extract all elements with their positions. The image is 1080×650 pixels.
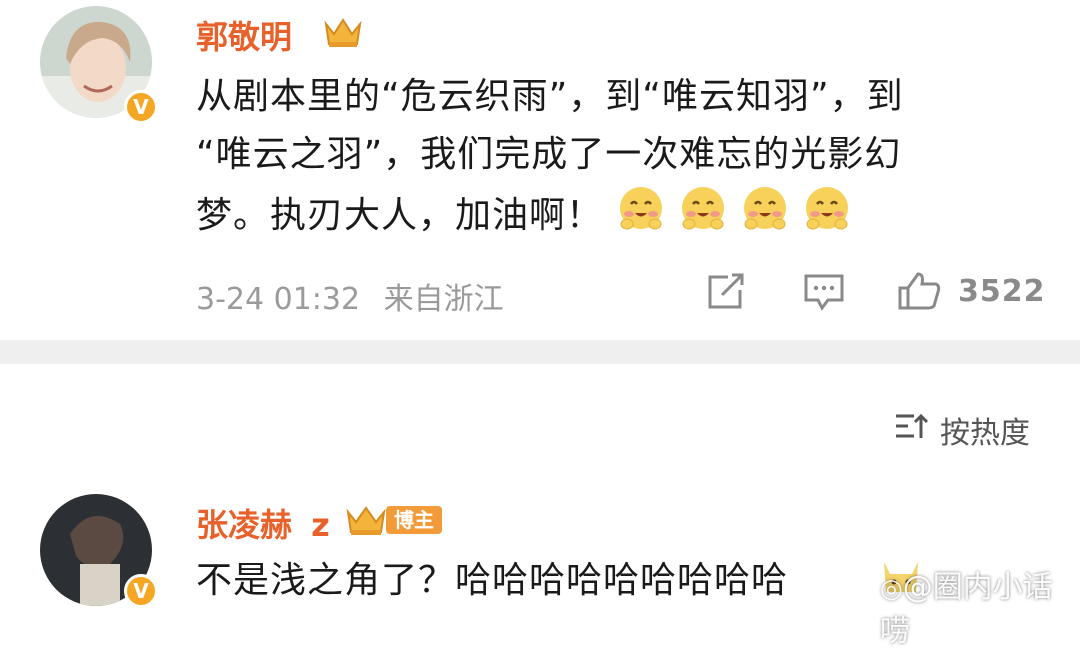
author-avatar[interactable]: V [40,6,158,124]
post-content-line: 梦。执刃大人，加油啊！ [196,184,1056,250]
post-author-name[interactable]: 郭敬明 [196,12,292,58]
post-content: 从剧本里的“危云织雨”，到“唯云知羽”，到 “唯云之羽”，我们完成了一次难忘的光… [196,68,1056,250]
post-content-line: 从剧本里的“危云织雨”，到“唯云知羽”，到 [196,76,904,117]
watermark: ◎@圈内小话唠 [880,562,1080,650]
post-card: V 郭敬明 从剧本里的“危云织雨”，到“唯云知羽”，到 “唯云之羽”，我们完成了… [0,0,1080,340]
commenter-name[interactable]: 张凌赫 z [196,500,330,546]
blogger-badge: 博主 [386,506,442,534]
comment-icon[interactable] [802,272,846,312]
sort-icon[interactable] [894,412,928,442]
post-content-text: 梦。执刃大人，加油啊！ [196,195,604,236]
verified-badge-icon: V [124,574,158,608]
smile-blush-emoji-icon [741,184,789,250]
watermark-text: @圈内小话唠 [880,570,1053,649]
post-location: 来自浙江 [383,282,504,317]
smile-blush-emoji-icon [617,184,665,250]
like-count: 3522 [958,274,1046,309]
smile-blush-emoji-icon [679,184,727,250]
sort-by-hot-button[interactable]: 按热度 [940,408,1030,452]
smile-blush-emoji-icon [803,184,851,250]
section-divider [0,340,1080,364]
verified-badge-icon: V [124,90,158,124]
post-timestamp: 3-24 01:32 [196,282,361,317]
post-content-line: “唯云之羽”，我们完成了一次难忘的光影幻 [196,134,902,175]
crown-icon [346,506,386,535]
like-thumb-icon[interactable] [896,270,942,312]
post-meta: 3-24 01:32 来自浙江 [196,274,504,318]
weibo-logo-icon: ◎ [880,574,903,604]
crown-icon [324,18,362,47]
commenter-name-suffix: z [311,506,330,544]
comment-text: 不是浅之角了？哈哈哈哈哈哈哈哈哈 [196,560,789,601]
commenter-avatar[interactable]: V [40,494,158,608]
repost-icon[interactable] [704,272,748,312]
commenter-name-text: 张凌赫 [196,506,293,544]
